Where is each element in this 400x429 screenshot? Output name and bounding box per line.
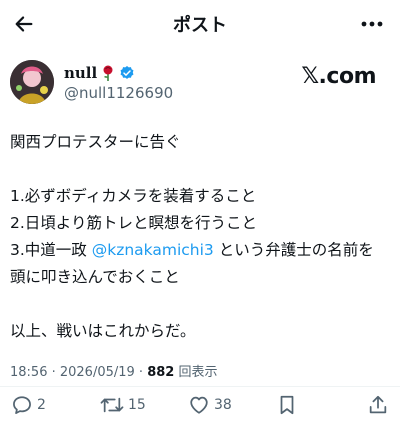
tweet-line-item-3: 3.中道一政 @kznakamichi3 という弁護士の名前を — [10, 237, 392, 264]
views-count[interactable]: 882 — [147, 365, 174, 380]
like-count: 38 — [214, 397, 232, 413]
heart-icon — [190, 396, 208, 414]
more-horizontal-icon — [361, 21, 383, 27]
repost-icon — [100, 397, 124, 413]
tweet-line-item-1: 1.必ずボディカメラを装着すること — [10, 187, 257, 205]
tweet-line-item-3-cont: 頭に叩き込んでおくこと — [10, 268, 180, 286]
user-handle[interactable]: @null1126690 — [64, 84, 173, 102]
repost-button[interactable]: 15 — [100, 392, 146, 418]
item-3-suffix: という弁護士の名前を — [213, 241, 374, 259]
views-label: 回表示 — [174, 365, 218, 380]
rose-icon — [103, 65, 113, 81]
reply-count: 2 — [37, 397, 46, 413]
repost-count: 15 — [128, 397, 146, 413]
name-row: null — [64, 64, 135, 82]
mention-link[interactable]: @kznakamichi3 — [92, 241, 214, 259]
share-icon — [369, 395, 387, 414]
tweet-metadata: 18:56 · 2026/05/19 · 882 回表示 — [10, 361, 217, 380]
reply-button[interactable]: 2 — [11, 392, 46, 418]
reply-icon — [13, 396, 31, 415]
verified-badge-icon — [120, 66, 134, 79]
avatar-image-icon — [10, 60, 54, 104]
bookmark-icon — [280, 395, 294, 415]
x-logo-watermark: 𝕏.com — [301, 64, 376, 89]
bookmark-button[interactable] — [277, 392, 297, 418]
top-bar: ポスト — [0, 0, 400, 48]
divider — [0, 386, 400, 387]
page-title: ポスト — [173, 15, 227, 36]
tweet-text: 関西プロテスターに告ぐ 1.必ずボディカメラを装着すること 2.日頃より筋トレと… — [10, 129, 392, 345]
avatar[interactable] — [10, 60, 54, 104]
author-row: null @null1126690 𝕏.com — [10, 60, 390, 106]
action-bar: 2 15 38 — [0, 392, 400, 418]
tweet-line-closing: 以上、戦いはこれからだ。 — [10, 322, 196, 340]
like-button[interactable]: 38 — [188, 392, 232, 418]
timestamp[interactable]: 18:56 · 2026/05/19 · — [10, 365, 147, 380]
more-options-button[interactable] — [358, 10, 386, 38]
tweet-line-1: 関西プロテスターに告ぐ — [10, 133, 181, 151]
share-button[interactable] — [367, 392, 389, 418]
display-name[interactable]: null — [64, 64, 97, 82]
item-3-prefix: 3.中道一政 — [10, 241, 92, 259]
tweet-line-item-2: 2.日頃より筋トレと瞑想を行うこと — [10, 214, 257, 232]
